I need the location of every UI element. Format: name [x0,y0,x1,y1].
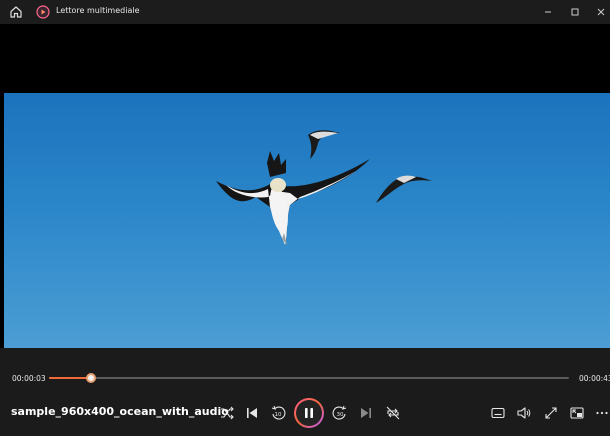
minimize-icon[interactable] [541,5,555,19]
video-frame[interactable] [4,93,610,348]
shuffle-icon[interactable] [219,405,235,421]
subtitles-icon[interactable] [490,405,506,421]
gannet-main [216,151,370,245]
pause-icon [305,408,313,418]
seek-bar[interactable] [49,377,569,379]
video-content-image [216,130,432,245]
next-icon[interactable] [358,405,374,421]
volume-icon[interactable] [516,405,532,421]
skip-forward-seconds: 30 [337,412,344,418]
skip-back-seconds: 10 [275,412,282,418]
seabird-top [308,130,340,159]
total-time: 00:00:43 [579,374,610,383]
current-time: 00:00:03 [12,374,46,383]
letterbox-top [0,24,610,93]
media-player-app-icon [36,5,50,19]
mini-player-icon[interactable] [569,405,585,421]
window-title: Lettore multimediale [56,6,140,15]
skip-back-icon[interactable]: 10 [270,405,286,421]
previous-icon[interactable] [244,405,260,421]
more-options-icon[interactable] [594,405,610,421]
maximize-icon[interactable] [568,5,582,19]
repeat-icon[interactable] [385,405,401,421]
file-name: sample_960x400_ocean_with_audio [11,405,229,418]
title-bar: Lettore multimediale [0,0,610,24]
pause-button[interactable] [294,398,324,428]
home-icon[interactable] [8,4,24,20]
seek-thumb[interactable] [85,373,96,383]
skip-forward-icon[interactable]: 30 [332,405,348,421]
close-icon[interactable] [594,5,608,19]
seek-bar-progress [49,377,91,379]
seabird-right [376,175,432,203]
fullscreen-icon[interactable] [543,405,559,421]
